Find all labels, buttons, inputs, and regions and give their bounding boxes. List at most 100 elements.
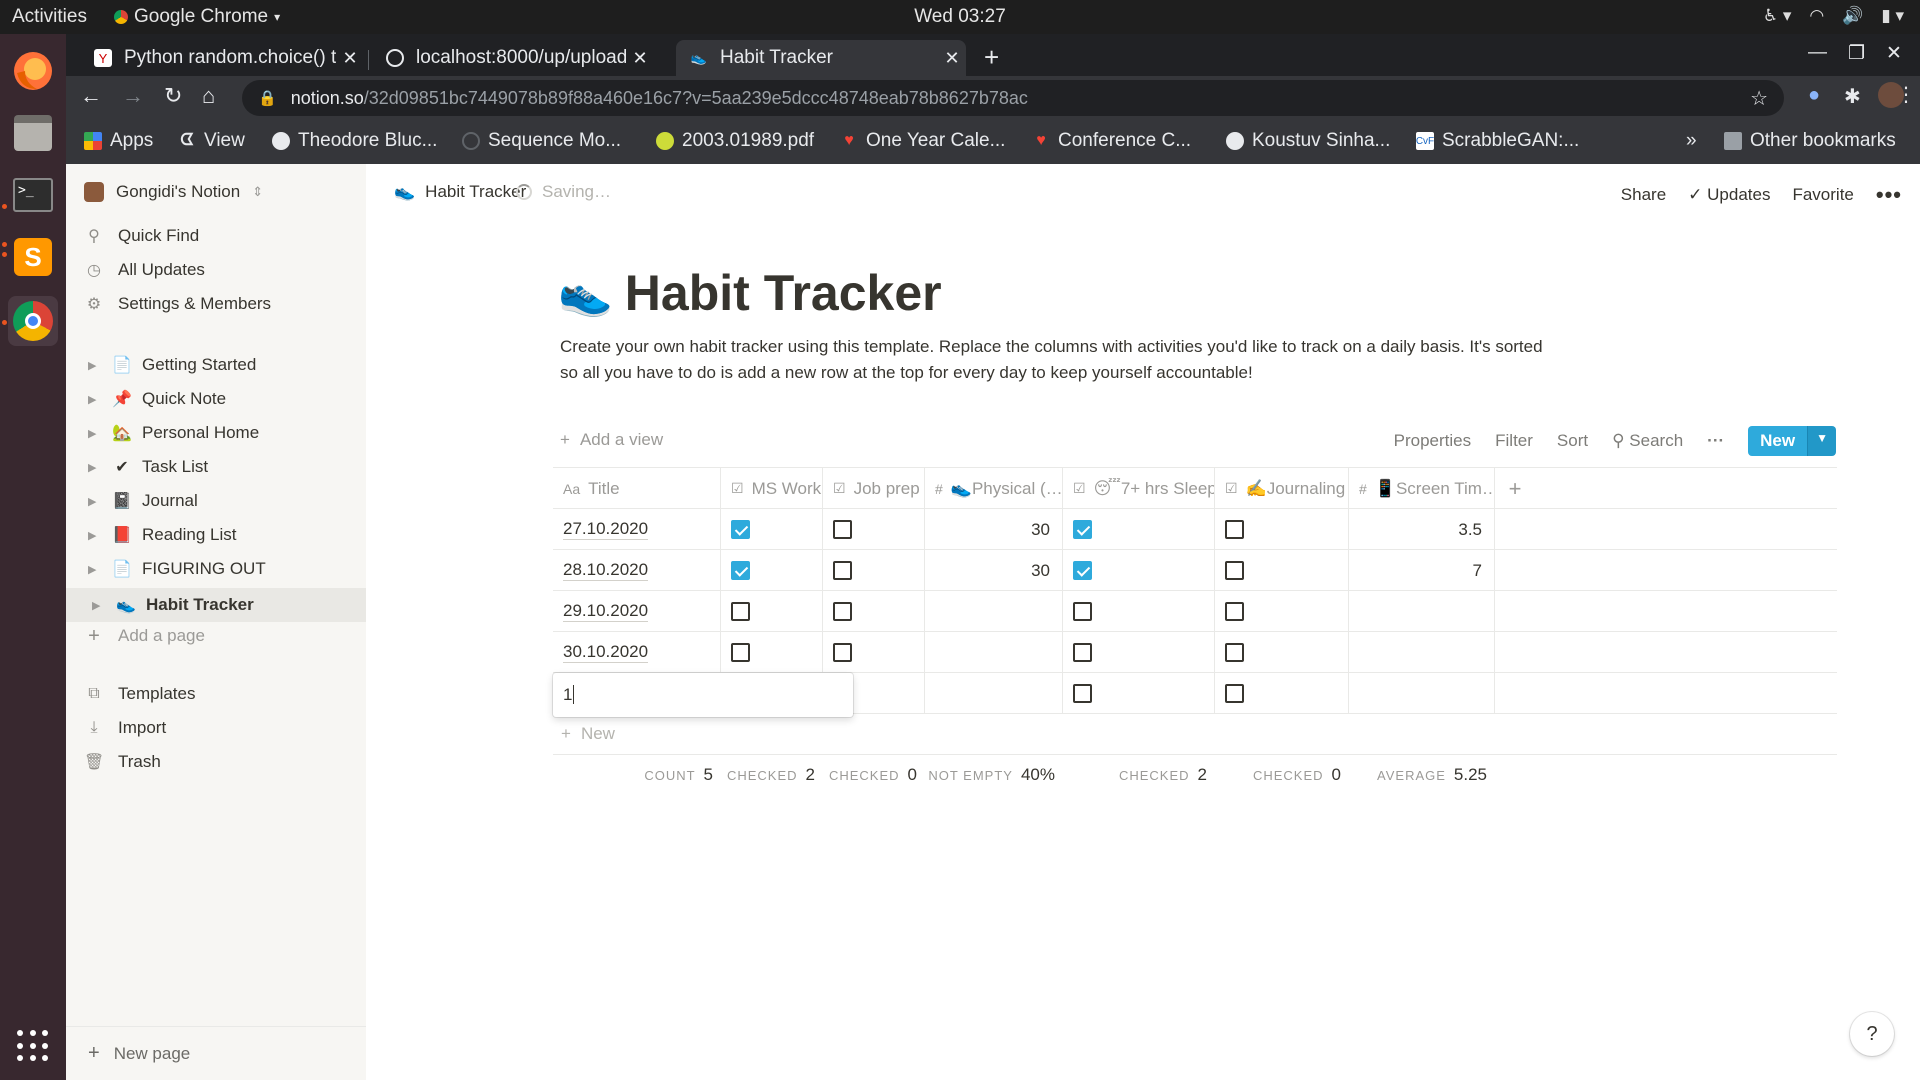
address-bar[interactable]: 🔒 notion.so/32d09851bc7449078b89f88a460e… bbox=[242, 80, 1784, 116]
journaling-checkbox[interactable] bbox=[1225, 643, 1244, 662]
page-description[interactable]: Create your own habit tracker using this… bbox=[560, 334, 1550, 386]
journaling-checkbox[interactable] bbox=[1225, 520, 1244, 539]
sidebar-page-task-list[interactable]: ▶ ✔ Task List bbox=[84, 453, 366, 481]
add-column-button[interactable]: + bbox=[1495, 468, 1535, 509]
job-prep-cell[interactable] bbox=[823, 550, 925, 591]
expand-triangle-icon[interactable]: ▶ bbox=[88, 359, 102, 372]
sidebar-page-figuring-out[interactable]: ▶ 📄 FIGURING OUT bbox=[84, 555, 366, 583]
physical-cell[interactable] bbox=[925, 673, 1063, 714]
expand-triangle-icon[interactable]: ▶ bbox=[88, 529, 102, 542]
title-edit-input[interactable]: 1 bbox=[553, 673, 853, 717]
sidebar-page-journal[interactable]: ▶ 📓 Journal bbox=[84, 487, 366, 515]
more-bookmarks-button[interactable]: » bbox=[1686, 130, 1697, 152]
new-record-button[interactable]: New ▼ bbox=[1748, 426, 1836, 456]
chevron-down-icon[interactable]: ▼ bbox=[1807, 426, 1836, 456]
favorite-button[interactable]: Favorite bbox=[1792, 185, 1853, 205]
help-button[interactable]: ? bbox=[1850, 1012, 1894, 1056]
ms-work-checkbox[interactable] bbox=[731, 520, 750, 539]
job-prep-cell[interactable] bbox=[823, 632, 925, 673]
updates-button[interactable]: ✓ Updates bbox=[1688, 185, 1770, 205]
bookmark-conference[interactable]: ♥ Conference C... bbox=[1032, 130, 1191, 152]
sleep-checkbox[interactable] bbox=[1073, 643, 1092, 662]
tab-python-random[interactable]: Y Python random.choice() t ✕ bbox=[80, 40, 364, 76]
sleep-checkbox[interactable] bbox=[1073, 602, 1092, 621]
more-options-icon[interactable]: ··· bbox=[1707, 431, 1724, 451]
sidebar-settings[interactable]: ⚙ Settings & Members bbox=[84, 290, 366, 318]
ms-work-checkbox[interactable] bbox=[731, 561, 750, 580]
title-cell[interactable]: 28.10.2020 bbox=[553, 550, 721, 591]
firefox-icon[interactable] bbox=[8, 46, 58, 96]
sleep-cell[interactable] bbox=[1063, 509, 1215, 550]
screen-time-cell[interactable]: 3.5 bbox=[1349, 509, 1495, 550]
more-options-icon[interactable]: ••• bbox=[1876, 182, 1902, 208]
ms-work-cell[interactable] bbox=[721, 632, 823, 673]
page-title[interactable]: 👟 Habit Tracker bbox=[558, 264, 942, 322]
journaling-cell[interactable] bbox=[1215, 550, 1349, 591]
job-prep-checkbox[interactable] bbox=[833, 602, 852, 621]
properties-button[interactable]: Properties bbox=[1394, 431, 1471, 451]
sort-button[interactable]: Sort bbox=[1557, 431, 1588, 451]
back-icon[interactable]: ← bbox=[80, 83, 102, 109]
title-cell[interactable]: 27.10.2020 bbox=[553, 509, 721, 550]
shoe-icon[interactable]: 👟 bbox=[558, 267, 613, 319]
ms-work-cell[interactable] bbox=[721, 509, 823, 550]
column-header-title[interactable]: Aa Title bbox=[553, 468, 721, 509]
screen-time-cell[interactable] bbox=[1349, 632, 1495, 673]
journaling-cell[interactable] bbox=[1215, 509, 1349, 550]
screen-time-cell[interactable] bbox=[1349, 591, 1495, 632]
screen-time-cell[interactable] bbox=[1349, 673, 1495, 714]
column-header-journaling[interactable]: ☑ ✍️Journaling bbox=[1215, 468, 1349, 509]
search-button[interactable]: ⚲ Search bbox=[1612, 431, 1683, 451]
title-cell[interactable]: 1 bbox=[553, 673, 853, 717]
home-icon[interactable]: ⌂ bbox=[202, 83, 215, 109]
close-tab-icon[interactable]: ✕ bbox=[938, 48, 966, 69]
job-prep-checkbox[interactable] bbox=[833, 520, 852, 539]
add-row-button[interactable]: + New bbox=[561, 714, 615, 754]
calc-sleep[interactable]: CHECKED 2 bbox=[1063, 755, 1207, 795]
calc-screen-time[interactable]: AVERAGE 5.25 bbox=[1349, 755, 1487, 795]
job-prep-checkbox[interactable] bbox=[833, 643, 852, 662]
column-header-ms-work[interactable]: ☑ MS Work bbox=[721, 468, 823, 509]
bookmark-apps[interactable]: Apps bbox=[84, 130, 153, 152]
expand-triangle-icon[interactable]: ▶ bbox=[88, 393, 102, 406]
tab-habit-tracker[interactable]: 👟 Habit Tracker ✕ bbox=[676, 40, 966, 76]
files-icon[interactable] bbox=[8, 108, 58, 158]
sidebar-page-getting-started[interactable]: ▶ 📄 Getting Started bbox=[84, 351, 366, 379]
calc-physical[interactable]: NOT EMPTY 40% bbox=[925, 755, 1055, 795]
sleep-cell[interactable] bbox=[1063, 591, 1215, 632]
sleep-checkbox[interactable] bbox=[1073, 684, 1092, 703]
app-menu[interactable]: Google Chrome ▾ bbox=[114, 6, 280, 28]
activities-button[interactable]: Activities bbox=[12, 6, 87, 28]
bookmark-view[interactable]: ᗧ View bbox=[178, 130, 244, 152]
calc-count[interactable]: COUNT 5 bbox=[553, 755, 713, 795]
new-button-label[interactable]: New bbox=[1748, 426, 1808, 456]
sleep-cell[interactable] bbox=[1063, 550, 1215, 591]
bookmark-theodore[interactable]: Theodore Bluc... bbox=[272, 130, 437, 152]
column-header-physical[interactable]: # 👟Physical (… bbox=[925, 468, 1063, 509]
title-cell[interactable]: 30.10.2020 bbox=[553, 632, 721, 673]
chrome-icon[interactable] bbox=[8, 296, 58, 346]
journaling-cell[interactable] bbox=[1215, 632, 1349, 673]
journaling-cell[interactable] bbox=[1215, 673, 1349, 714]
tab-localhost-upload[interactable]: localhost:8000/up/upload ✕ bbox=[372, 40, 654, 76]
calc-journaling[interactable]: CHECKED 0 bbox=[1215, 755, 1341, 795]
sidebar-page-reading-list[interactable]: ▶ 📕 Reading List bbox=[84, 521, 366, 549]
battery-icon[interactable]: ▮ ▾ bbox=[1881, 6, 1904, 26]
sleep-checkbox[interactable] bbox=[1073, 561, 1092, 580]
sidebar-all-updates[interactable]: ◷ All Updates bbox=[84, 256, 366, 284]
expand-triangle-icon[interactable]: ▶ bbox=[88, 461, 102, 474]
sidebar-page-habit-tracker[interactable]: ▶ 👟 Habit Tracker bbox=[66, 588, 366, 622]
wifi-icon[interactable]: ◠ bbox=[1809, 6, 1824, 26]
expand-triangle-icon[interactable]: ▶ bbox=[88, 495, 102, 508]
sleep-cell[interactable] bbox=[1063, 632, 1215, 673]
job-prep-cell[interactable] bbox=[823, 509, 925, 550]
sidebar-trash[interactable]: 🗑 Trash bbox=[84, 748, 366, 776]
filter-button[interactable]: Filter bbox=[1495, 431, 1533, 451]
sidebar-page-quick-note[interactable]: ▶ 📌 Quick Note bbox=[84, 385, 366, 413]
accessibility-icon[interactable]: ♿ ▾ bbox=[1763, 6, 1792, 26]
workspace-switcher[interactable]: Gongidi's Notion ⇕ bbox=[84, 182, 263, 202]
volume-icon[interactable]: 🔊 bbox=[1842, 6, 1863, 26]
breadcrumb[interactable]: 👟 Habit Tracker bbox=[394, 182, 526, 202]
journaling-checkbox[interactable] bbox=[1225, 684, 1244, 703]
sidebar-page-personal-home[interactable]: ▶ 🏡 Personal Home bbox=[84, 419, 366, 447]
